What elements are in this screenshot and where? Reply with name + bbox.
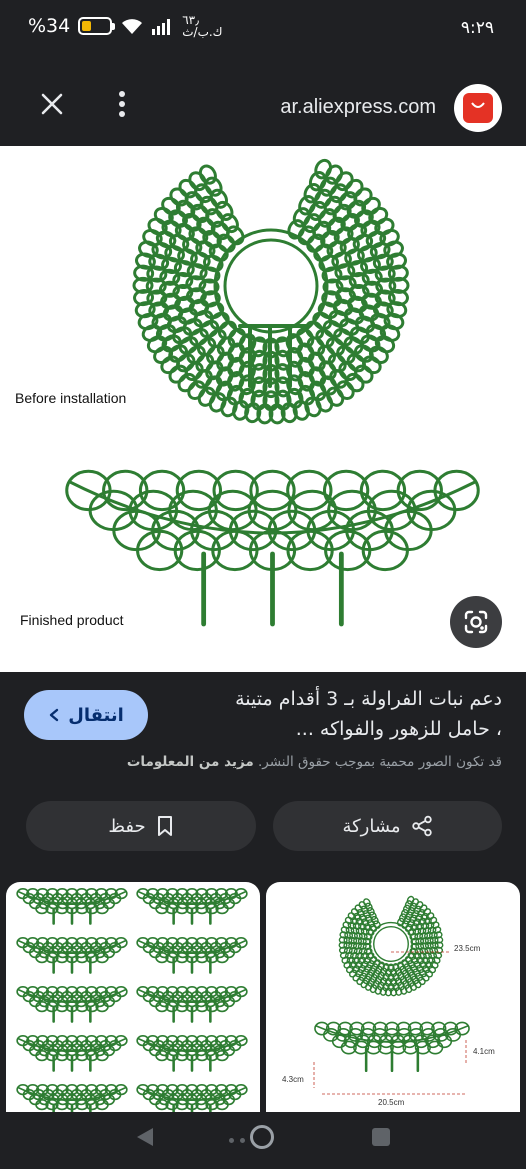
plant-support-legs [172,908,212,925]
system-nav-bar [0,1112,526,1169]
caption-before: Before installation [15,390,127,406]
share-button[interactable]: مشاركة [273,801,502,851]
copyright-text: قد تكون الصور محمية بموجب حقوق النشر. [258,754,502,770]
nav-dots [229,1138,245,1143]
status-indicators: %34 ٦٣٫ ك.ب/ث [28,14,223,38]
dimensions-illustration [313,895,470,1095]
recents-icon[interactable] [372,1128,390,1146]
product-image[interactable]: Before installation Finished product [0,146,526,672]
plant-support-legs [364,1047,420,1072]
learn-more-link[interactable]: مزيد من المعلومات [127,754,254,770]
google-lens-icon [464,610,488,634]
page-url[interactable]: ar.aliexpress.com [280,96,436,119]
battery-icon [78,17,116,35]
wifi-icon [122,19,143,34]
copyright-notice: قد تكون الصور محمية بموجب حقوق النشر. مز… [22,754,502,770]
visit-label: انتقال [68,704,124,726]
battery-percent: %34 [28,15,71,37]
plant-support-legs [172,1006,212,1023]
dimension-top: 23.5cm [454,944,481,953]
dimension-height: 4.1cm [473,1047,495,1056]
share-label: مشاركة [342,815,401,837]
bookmark-icon [157,816,172,836]
close-icon[interactable] [36,88,68,120]
home-icon[interactable] [250,1125,274,1149]
back-icon[interactable] [137,1128,153,1146]
google-lens-button[interactable] [450,596,502,648]
result-title-line-2: ، حامل للزهور والفواكه ... [295,718,502,740]
dimension-leg: 4.3cm [282,1075,304,1084]
visit-button[interactable]: انتقال [24,690,148,740]
network-speed: ٦٣٫ ك.ب/ث [182,14,222,38]
status-time: ٩:٢٩ [460,18,494,38]
url-bar: ar.aliexpress.com [0,58,526,146]
plant-support-legs [172,1055,212,1072]
plant-support-legs [52,957,92,974]
more-vert-icon[interactable] [110,88,134,120]
plant-support-ring [338,895,444,997]
share-icon [411,815,432,837]
status-bar: %34 ٦٣٫ ك.ب/ث ٩:٢٩ [0,0,526,58]
related-image-stacked[interactable] [6,882,260,1132]
shopping-bag-icon [471,102,485,108]
stacked-supports-illustration [16,888,248,1121]
aliexpress-logo-mark [463,93,493,123]
battery-level [82,21,92,31]
signal-icon [152,19,171,35]
network-speed-unit: ك.ب/ث [182,25,223,39]
plant-support-legs [201,551,344,627]
plant-support-legs [52,1006,92,1023]
chevron-left-icon [50,708,59,722]
plant-support-legs [172,957,212,974]
result-title[interactable]: دعم نبات الفراولة بـ 3 أقدام متينة ، حام… [182,684,502,744]
aliexpress-logo [454,84,502,132]
caption-finished: Finished product [20,612,124,628]
save-label: حفظ [108,815,146,837]
plant-support-legs [52,1055,92,1072]
result-title-line-1: دعم نبات الفراولة بـ 3 أقدام متينة [235,688,502,710]
save-button[interactable]: حفظ [26,801,256,851]
plant-support-legs [52,908,92,925]
product-illustration [65,158,480,627]
dimension-width: 20.5cm [378,1098,405,1107]
related-image-dimensions[interactable]: 23.5cm 4.1cm 4.3cm 20.5cm [266,882,520,1132]
